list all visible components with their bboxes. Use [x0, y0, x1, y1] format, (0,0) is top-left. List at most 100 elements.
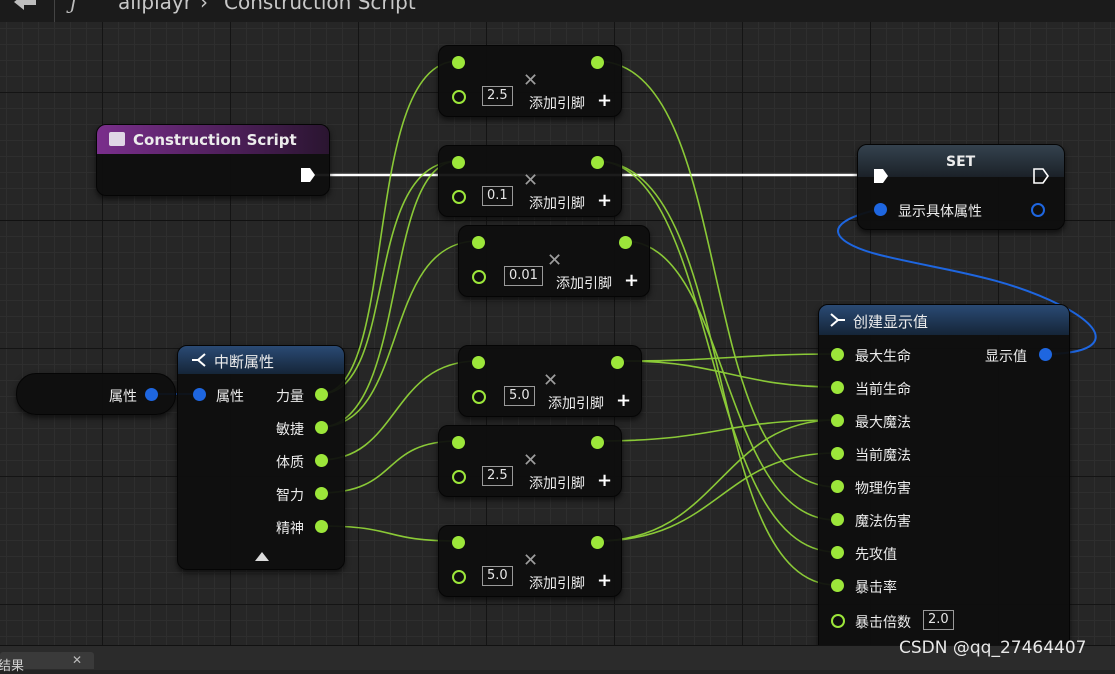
add-pin-label[interactable]: 添加引脚 — [529, 473, 585, 493]
multiply-in-pin-a[interactable] — [452, 436, 465, 449]
multiply-in-pin-b[interactable] — [452, 570, 466, 584]
node-title: Construction Script — [133, 131, 297, 149]
exec-in-pin[interactable] — [873, 168, 889, 184]
variable-get-node[interactable]: 属性 — [16, 373, 176, 415]
make-struct-node[interactable]: 创建显示值 显示值 最大生命 当前生命 最大魔法 当前魔法 物理伤害 魔法伤害 … — [818, 304, 1070, 651]
close-icon[interactable]: ✕ — [72, 653, 82, 667]
struct-break-icon — [192, 353, 206, 367]
current-hp-in-pin[interactable] — [831, 381, 844, 394]
multiply-out-pin[interactable] — [591, 156, 604, 169]
add-pin-label[interactable]: 添加引脚 — [529, 193, 585, 213]
multiply-node[interactable]: 0.01 ✕ 添加引脚 + — [458, 225, 650, 297]
multiply-icon: ✕ — [523, 170, 539, 191]
plus-icon[interactable]: + — [616, 392, 631, 410]
multiply-in-pin-b[interactable] — [472, 390, 486, 404]
input-label-max-hp: 最大生命 — [855, 349, 911, 365]
magic-damage-in-pin[interactable] — [831, 513, 844, 526]
input-label-current-hp: 当前生命 — [855, 382, 911, 398]
multiply-node[interactable]: 2.5 ✕ 添加引脚 + — [438, 45, 622, 117]
make-output-label: 显示值 — [985, 349, 1027, 365]
input-label-physical-damage: 物理伤害 — [855, 481, 911, 497]
multiply-out-pin[interactable] — [619, 236, 632, 249]
constitution-out-pin[interactable] — [315, 454, 328, 467]
multiply-out-pin[interactable] — [591, 56, 604, 69]
multiply-value-field[interactable]: 2.5 — [482, 466, 513, 486]
multiply-value-field[interactable]: 5.0 — [482, 566, 513, 586]
input-label-current-mp: 当前魔法 — [855, 448, 911, 464]
display-value-out-pin[interactable] — [1039, 348, 1052, 361]
multiply-node[interactable]: 5.0 ✕ 添加引脚 + — [458, 345, 642, 417]
wire-m5-maxmp — [595, 419, 837, 442]
plus-icon[interactable]: + — [597, 92, 612, 110]
multiply-out-pin[interactable] — [611, 356, 624, 369]
multiply-in-pin-a[interactable] — [472, 356, 485, 369]
current-mp-in-pin[interactable] — [831, 447, 844, 460]
multiply-in-pin-a[interactable] — [452, 56, 465, 69]
multiply-node[interactable]: 2.5 ✕ 添加引脚 + — [438, 425, 622, 497]
results-tab[interactable]: 结果 ✕ — [0, 652, 94, 674]
display-attr-out-pin[interactable] — [1031, 203, 1045, 217]
output-label-strength: 力量 — [276, 389, 304, 405]
break-input-label: 属性 — [216, 389, 244, 405]
plus-icon[interactable]: + — [624, 272, 639, 290]
physical-damage-in-pin[interactable] — [831, 480, 844, 493]
function-entry-icon — [109, 132, 125, 146]
construction-script-node[interactable]: Construction Script — [96, 124, 330, 196]
multiply-out-pin[interactable] — [591, 436, 604, 449]
add-pin-label[interactable]: 添加引脚 — [529, 573, 585, 593]
max-hp-in-pin[interactable] — [831, 348, 844, 361]
collapse-arrow-icon[interactable] — [255, 552, 269, 561]
set-input-label: 显示具体属性 — [898, 204, 982, 220]
multiply-value-field[interactable]: 0.1 — [482, 186, 513, 206]
plus-icon[interactable]: + — [597, 572, 612, 590]
crit-rate-in-pin[interactable] — [831, 579, 844, 592]
multiply-icon: ✕ — [543, 370, 559, 391]
input-label-crit-rate: 暴击率 — [855, 580, 897, 596]
attr-in-pin[interactable] — [193, 388, 206, 401]
plus-icon[interactable]: + — [597, 192, 612, 210]
multiply-value-field[interactable]: 2.5 — [482, 86, 513, 106]
input-label-max-mp: 最大魔法 — [855, 415, 911, 431]
multiply-in-pin-b[interactable] — [452, 90, 466, 104]
input-label-crit-multiplier: 暴击倍数 — [855, 615, 911, 631]
multiply-in-pin-b[interactable] — [472, 270, 486, 284]
exec-out-pin[interactable] — [300, 167, 316, 183]
spirit-out-pin[interactable] — [315, 520, 328, 533]
watermark-text: CSDN @qq_27464407 — [899, 638, 1087, 658]
wire-m6-curmp — [595, 452, 837, 542]
multiply-in-pin-a[interactable] — [452, 536, 465, 549]
variable-out-pin[interactable] — [145, 388, 158, 401]
node-title: SET — [946, 154, 976, 170]
output-label-spirit: 精神 — [276, 521, 304, 537]
set-node[interactable]: SET 显示具体属性 — [857, 144, 1065, 230]
add-pin-label[interactable]: 添加引脚 — [548, 393, 604, 413]
multiply-in-pin-b[interactable] — [452, 190, 466, 204]
multiply-node[interactable]: 5.0 ✕ 添加引脚 + — [438, 525, 622, 597]
multiply-value-field[interactable]: 0.01 — [504, 266, 543, 286]
multiply-in-pin-a[interactable] — [452, 156, 465, 169]
multiply-icon: ✕ — [523, 550, 539, 571]
crit-multiplier-value-field[interactable]: 2.0 — [923, 610, 954, 630]
break-struct-node[interactable]: 中断属性 属性 力量 敏捷 体质 智力 精神 — [177, 345, 345, 570]
max-mp-in-pin[interactable] — [831, 414, 844, 427]
add-pin-label[interactable]: 添加引脚 — [556, 273, 612, 293]
multiply-icon: ✕ — [523, 450, 539, 471]
input-label-magic-damage: 魔法伤害 — [855, 514, 911, 530]
add-pin-label[interactable]: 添加引脚 — [529, 93, 585, 113]
initiative-in-pin[interactable] — [831, 546, 844, 559]
struct-make-icon — [830, 313, 845, 327]
agility-out-pin[interactable] — [315, 421, 328, 434]
exec-out-pin[interactable] — [1033, 168, 1049, 184]
strength-out-pin[interactable] — [315, 388, 328, 401]
multiply-in-pin-b[interactable] — [452, 470, 466, 484]
plus-icon[interactable]: + — [597, 472, 612, 490]
multiply-in-pin-a[interactable] — [472, 236, 485, 249]
variable-label: 属性 — [109, 389, 137, 405]
display-attr-in-pin[interactable] — [874, 203, 887, 216]
crit-multiplier-in-pin[interactable] — [831, 614, 845, 628]
output-label-agility: 敏捷 — [276, 422, 304, 438]
multiply-value-field[interactable]: 5.0 — [504, 386, 535, 406]
multiply-node[interactable]: 0.1 ✕ 添加引脚 + — [438, 145, 622, 217]
intelligence-out-pin[interactable] — [315, 487, 328, 500]
multiply-out-pin[interactable] — [591, 536, 604, 549]
